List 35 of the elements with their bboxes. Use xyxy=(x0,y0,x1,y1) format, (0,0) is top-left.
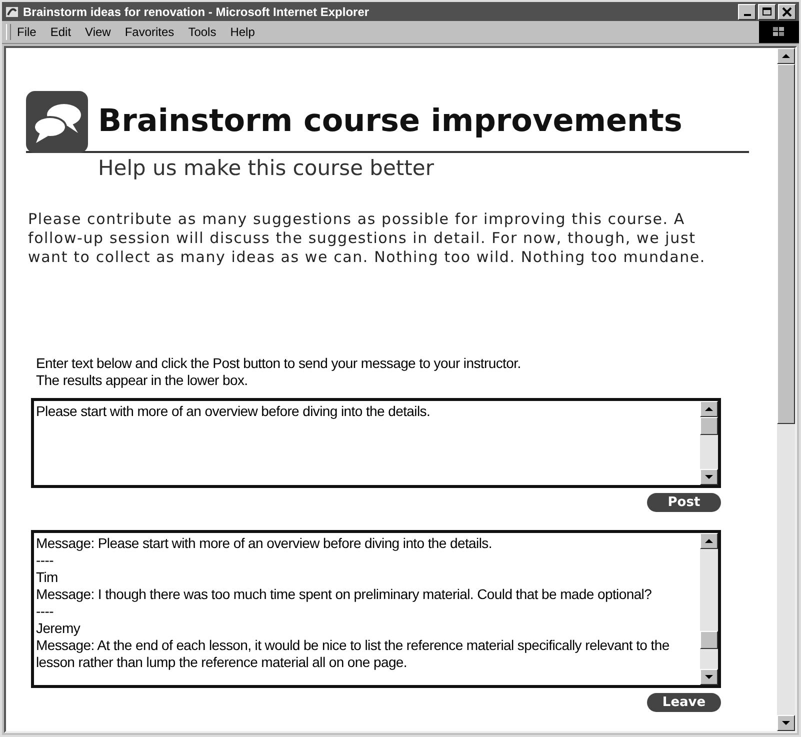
log-line: Jeremy xyxy=(36,620,80,637)
menu-item[interactable]: View xyxy=(85,24,111,40)
log-line: Message: I though there was too much time spent on preliminary material. Could that be made optional? xyxy=(36,586,652,603)
log-line: Message: Please start with more of an overview before diving into the details. xyxy=(36,535,492,552)
page-title: Brainstorm course improvements xyxy=(98,103,682,139)
menu-item[interactable]: File xyxy=(17,24,36,40)
instruction-text: Enter text below and click the Post button to send your message to your instructor. xyxy=(36,355,521,372)
speech-bubbles-icon xyxy=(26,91,88,153)
close-button[interactable] xyxy=(778,4,796,20)
browser-icon xyxy=(5,4,19,18)
page-subtitle: Help us make this course better xyxy=(98,156,434,180)
log-line: ---- xyxy=(36,552,54,569)
log-line: Tim xyxy=(36,569,58,586)
intro-paragraph: Please contribute as many suggestions as possible for improving this course. A follow-up session will discuss the suggestions in detail. For now, though, we just want to collect as many ideas as we can. Nothing too wild. Nothing too mundane. xyxy=(28,210,706,267)
post-button[interactable]: Post xyxy=(647,493,721,512)
scrollbar[interactable] xyxy=(700,533,718,685)
window-title: Brainstorm ideas for renovation - Microsoft Internet Explorer xyxy=(23,4,370,18)
leave-button[interactable]: Leave xyxy=(647,693,721,712)
menu-item[interactable]: Help xyxy=(230,24,255,40)
log-line: Message: At the end of each lesson, it would be nice to list the reference material specifically relevant to the xyxy=(36,637,670,654)
menu-item[interactable]: Edit xyxy=(50,24,72,40)
minimize-button[interactable] xyxy=(738,4,756,20)
maximize-button[interactable] xyxy=(758,4,776,20)
page-scrollbar[interactable] xyxy=(777,48,795,731)
log-line: ---- xyxy=(36,603,54,620)
maximize-icon xyxy=(762,6,772,16)
message-input-field[interactable]: Please start with more of an overview before diving into the details. xyxy=(31,398,721,488)
menu-item[interactable]: Tools xyxy=(188,24,216,40)
log-line: lesson rather than lump the reference material all on one page. xyxy=(36,654,408,671)
menu-item[interactable]: Favorites xyxy=(124,24,174,40)
scrollbar[interactable] xyxy=(700,401,718,485)
close-icon xyxy=(782,6,792,16)
message-input-text: Please start with more of an overview before diving into the details. xyxy=(36,403,430,419)
minimize-icon xyxy=(744,14,750,16)
instruction-text: The results appear in the lower box. xyxy=(36,372,248,389)
